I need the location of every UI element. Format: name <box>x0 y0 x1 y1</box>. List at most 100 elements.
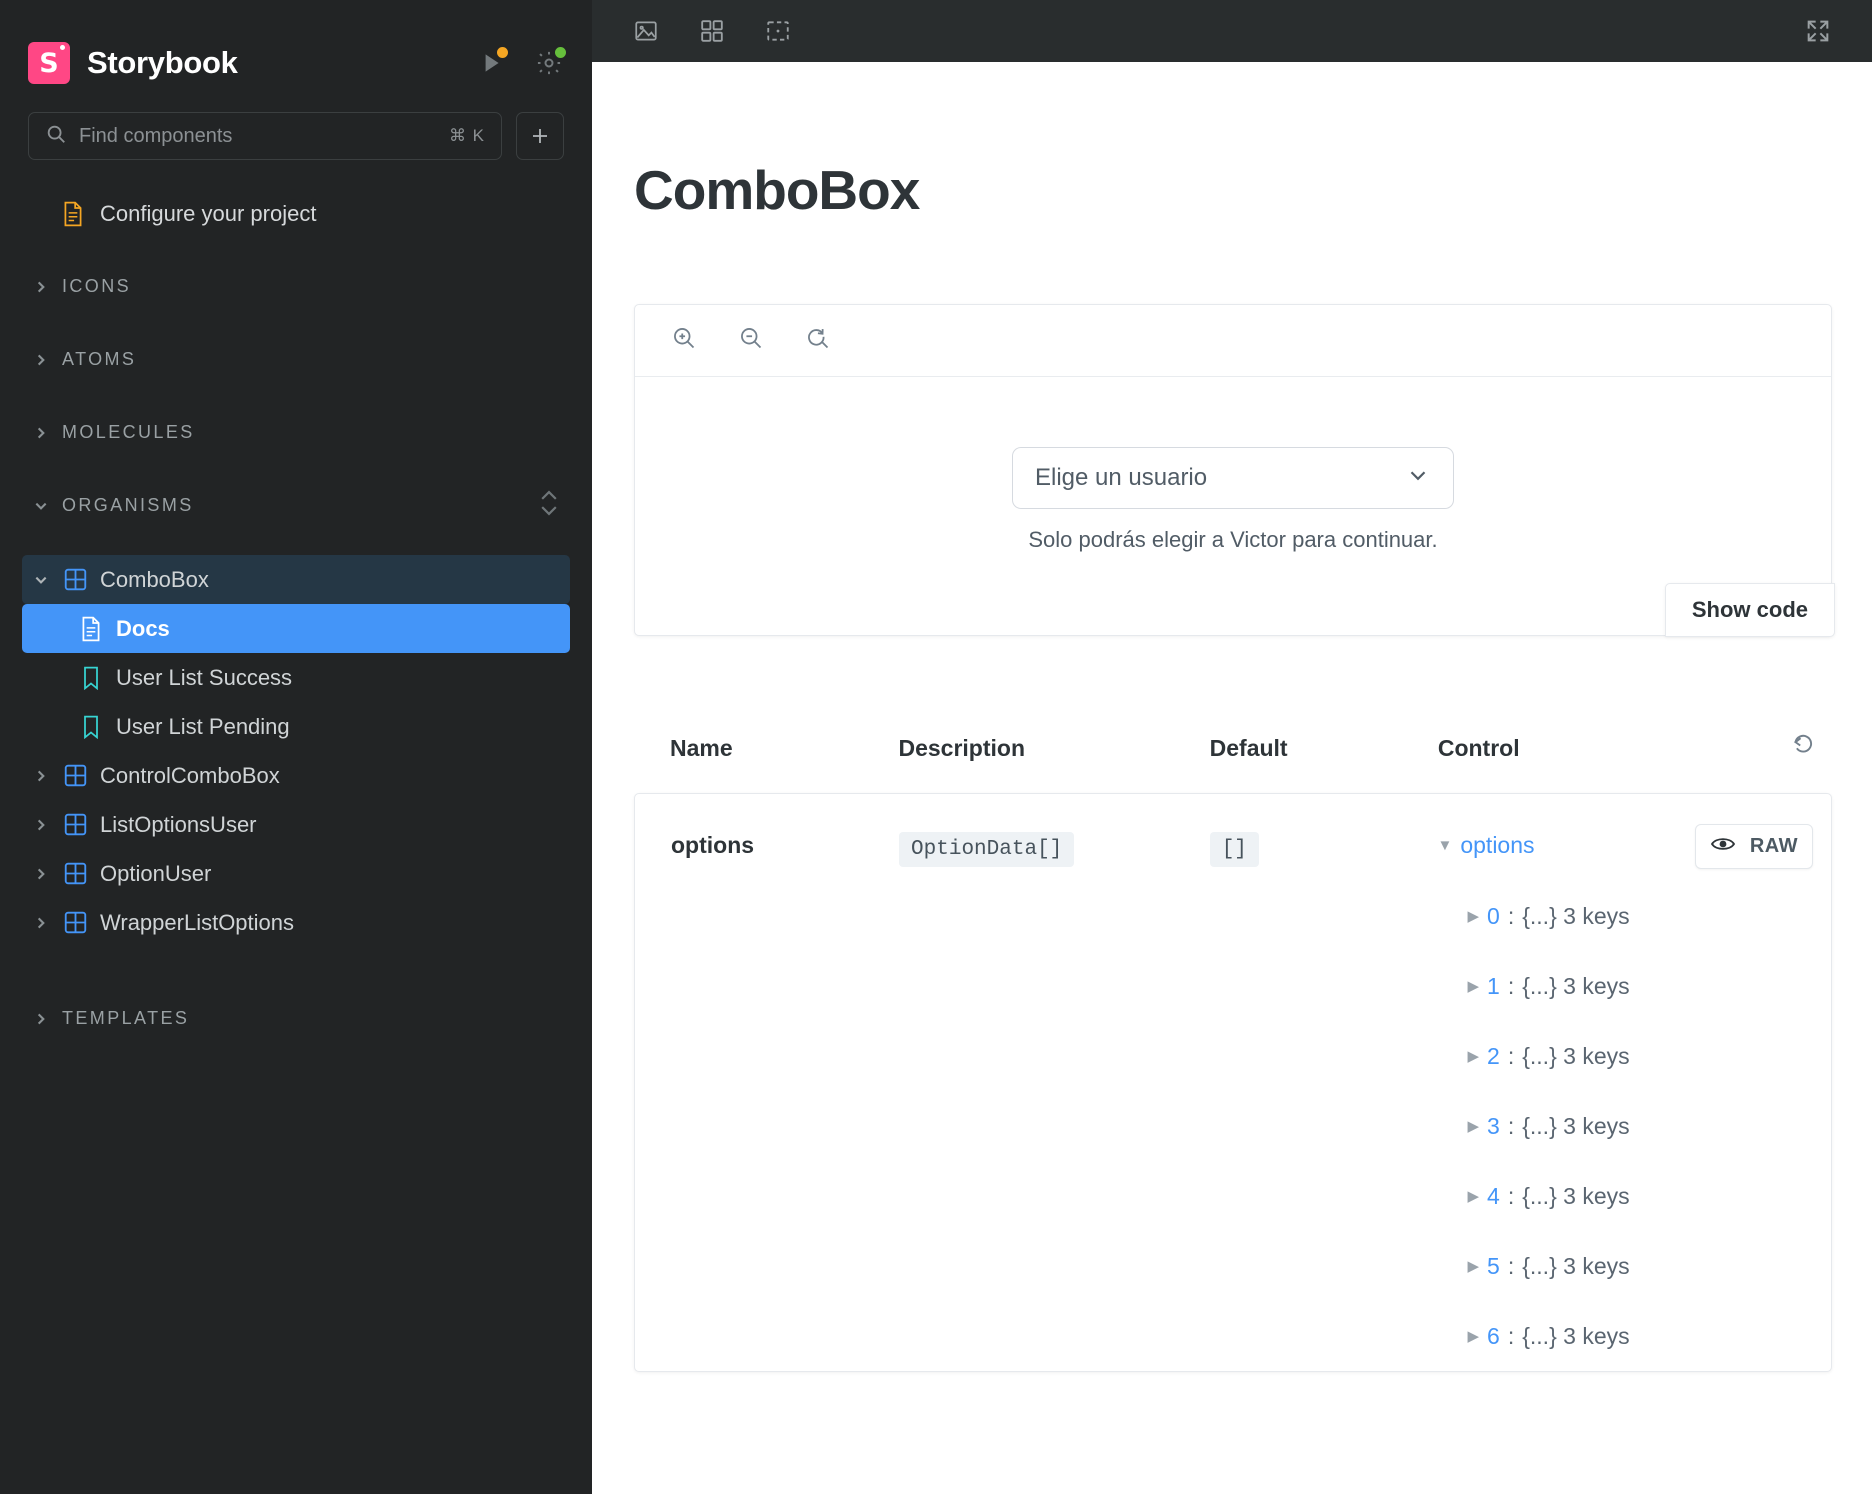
component-grid-icon <box>62 568 88 591</box>
chevron-right-icon <box>32 280 50 294</box>
json-item-index: 0 <box>1487 902 1500 929</box>
photo-backgrounds-icon[interactable] <box>618 9 674 53</box>
json-item-value: {...} 3 keys <box>1522 1112 1630 1139</box>
combobox-value: Elige un usuario <box>1035 464 1208 491</box>
sidebar-group-icons[interactable]: ICONS <box>22 263 570 310</box>
combobox-trigger[interactable]: Elige un usuario <box>1012 447 1454 509</box>
docs-content: ComboBox Elige un usuario Solo podrás el… <box>592 62 1872 1494</box>
zoom-reset-icon[interactable] <box>805 325 832 357</box>
zoom-out-icon[interactable] <box>738 325 765 357</box>
list-item[interactable]: ▶ 0 : {...} 3 keys <box>1437 881 1823 951</box>
list-item[interactable]: ▶ 6 : {...} 3 keys <box>1437 1301 1823 1371</box>
list-item[interactable]: ▶ 1 : {...} 3 keys <box>1437 951 1823 1021</box>
sidebar-item-optionuser[interactable]: OptionUser <box>22 849 570 898</box>
sidebar-group-molecules[interactable]: MOLECULES <box>22 409 570 456</box>
sidebar-group-templates[interactable]: TEMPLATES <box>22 995 570 1042</box>
json-item-separator: : <box>1507 1252 1515 1279</box>
sidebar-item-configure-project[interactable]: Configure your project <box>22 190 570 237</box>
combobox-help-text: Solo podrás elegir a Victor para continu… <box>1028 527 1438 552</box>
sidebar-item-listoptionsuser[interactable]: ListOptionsUser <box>22 800 570 849</box>
list-item[interactable]: ▶ 3 : {...} 3 keys <box>1437 1091 1823 1161</box>
sidebar-item-label: ListOptionsUser <box>100 811 257 837</box>
sidebar-item-label: Docs <box>116 615 170 641</box>
list-item[interactable]: ▶ 4 : {...} 3 keys <box>1437 1161 1823 1231</box>
sidebar-item-docs[interactable]: Docs <box>22 604 570 653</box>
json-item-value: {...} 3 keys <box>1522 902 1630 929</box>
raw-toggle-group: RAW <box>1694 824 1813 869</box>
triangle-right-icon: ▶ <box>1467 1187 1480 1205</box>
storybook-logo-icon[interactable]: S <box>28 42 70 84</box>
group-label: ORGANISMS <box>62 495 194 515</box>
chevron-right-icon <box>32 818 50 832</box>
chevron-right-icon <box>32 426 50 440</box>
sidebar-group-atoms[interactable]: ATOMS <box>22 336 570 383</box>
sidebar-item-label: ComboBox <box>100 566 209 592</box>
list-item[interactable]: ▶ 5 : {...} 3 keys <box>1437 1231 1823 1301</box>
json-item-separator: : <box>1507 1042 1515 1069</box>
column-header-description: Description <box>898 735 1026 761</box>
json-item-separator: : <box>1507 1112 1515 1139</box>
sidebar-item-label: WrapperListOptions <box>100 909 295 935</box>
json-item-value: {...} 3 keys <box>1522 1042 1630 1069</box>
reset-controls-icon <box>1791 732 1818 759</box>
story-bookmark-icon <box>78 715 104 739</box>
component-grid-icon <box>62 813 88 836</box>
table-row: options OptionData[] [] ▼ options RAW ▶ … <box>635 794 1831 1371</box>
show-code-button[interactable]: Show code <box>1664 583 1835 637</box>
args-table-body: options OptionData[] [] ▼ options RAW ▶ … <box>634 793 1832 1372</box>
sidebar-item-user-list-success[interactable]: User List Success <box>22 653 570 702</box>
reset-controls-button[interactable] <box>1749 732 1832 793</box>
json-control: ▼ options RAW ▶ 0: {...} 3 keys ▶ 1: {… <box>1437 824 1831 1371</box>
sidebar-item-combobox[interactable]: ComboBox <box>22 555 570 604</box>
column-header-control: Control <box>1437 735 1520 761</box>
sidebar-item-controlcombobox[interactable]: ControlComboBox <box>22 751 570 800</box>
eye-visibility-icon[interactable] <box>1710 833 1736 860</box>
json-item-separator: : <box>1507 1322 1515 1349</box>
component-grid-icon <box>62 764 88 787</box>
grid-layout-icon[interactable] <box>684 9 740 53</box>
play-shortcuts-icon[interactable] <box>476 45 510 78</box>
sidebar-item-label: Configure your project <box>100 200 317 226</box>
json-item-value: {...} 3 keys <box>1522 1322 1630 1349</box>
measure-outline-icon[interactable] <box>750 9 806 53</box>
json-item-separator: : <box>1507 972 1515 999</box>
arg-name: options <box>671 832 755 858</box>
gear-settings-icon[interactable] <box>534 45 568 78</box>
play-badge-dot <box>495 45 510 60</box>
arg-control-cell: ▼ options RAW ▶ 0: {...} 3 keys ▶ 1: {… <box>1437 794 1831 1371</box>
brand-title: Storybook <box>87 45 238 80</box>
column-header-default: Default <box>1209 735 1288 761</box>
json-item-index: 2 <box>1487 1042 1500 1069</box>
sidebar-item-user-list-pending[interactable]: User List Pending <box>22 702 570 751</box>
chevron-down-icon <box>32 499 50 513</box>
sidebar-group-organisms[interactable]: ORGANISMS <box>22 482 570 529</box>
json-item-index: 4 <box>1487 1182 1500 1209</box>
args-table-header: Name Description Default Control <box>634 732 1832 793</box>
group-label: TEMPLATES <box>62 1008 190 1028</box>
gear-badge-dot <box>553 45 568 60</box>
expand-collapse-all-icon[interactable] <box>538 488 560 523</box>
docs-page-icon <box>78 616 104 642</box>
list-item[interactable]: ▶ 2 : {...} 3 keys <box>1437 1021 1823 1091</box>
sidebar-header-actions <box>476 45 568 78</box>
add-component-button[interactable] <box>516 112 564 160</box>
triangle-right-icon: ▶ <box>1467 977 1480 995</box>
search-placeholder: Find components <box>79 124 233 147</box>
json-root-label: options <box>1460 832 1535 858</box>
json-item-index: 3 <box>1487 1112 1500 1139</box>
chevron-down-icon <box>32 573 50 587</box>
chevron-down-icon <box>1405 462 1431 495</box>
sidebar-item-wrapperlistoptions[interactable]: WrapperListOptions <box>22 898 570 947</box>
search-input[interactable]: Find components ⌘ K <box>28 112 502 160</box>
component-grid-icon <box>62 862 88 885</box>
story-zoom-toolbar <box>635 305 1831 377</box>
logo-dot <box>60 45 65 50</box>
search-icon <box>45 123 67 150</box>
sidebar-search-row: Find components ⌘ K <box>0 112 592 160</box>
arg-description-cell: OptionData[] <box>899 794 1210 1371</box>
raw-toggle-button[interactable]: RAW <box>1750 835 1798 858</box>
zoom-in-icon[interactable] <box>671 325 698 357</box>
expand-fullscreen-icon[interactable] <box>1790 9 1846 53</box>
sidebar-item-label: User List Pending <box>116 713 290 739</box>
chevron-right-icon <box>32 353 50 367</box>
